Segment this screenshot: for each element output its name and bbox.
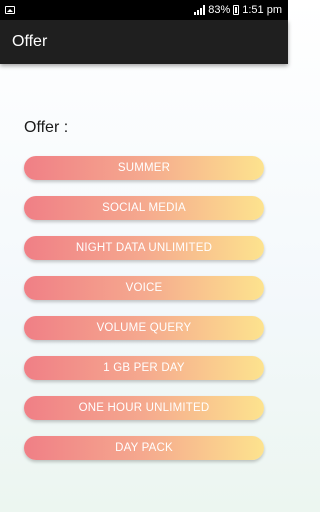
status-bar: 83% 1:51 pm — [0, 0, 288, 20]
app-bar: Offer — [0, 20, 288, 64]
offer-button-night-data-unlimited[interactable]: NIGHT DATA UNLIMITED — [24, 236, 264, 260]
offer-button-one-hour-unlimited[interactable]: ONE HOUR UNLIMITED — [24, 396, 264, 420]
offer-button-day-pack[interactable]: DAY PACK — [24, 436, 264, 460]
battery-icon — [233, 5, 240, 15]
offer-button-social-media[interactable]: SOCIAL MEDIA — [24, 196, 264, 220]
offer-button-volume-query[interactable]: VOLUME QUERY — [24, 316, 264, 340]
offer-section-label: Offer : — [24, 119, 69, 136]
image-notification-icon — [5, 6, 15, 14]
offer-button-voice[interactable]: VOICE — [24, 276, 264, 300]
signal-icon — [194, 5, 206, 15]
battery-percent: 83% — [208, 4, 231, 16]
offer-button-summer[interactable]: SUMMER — [24, 156, 264, 180]
page-title: Offer — [12, 33, 48, 50]
offer-button-1gb-per-day[interactable]: 1 GB PER DAY — [24, 356, 264, 380]
clock: 1:51 pm — [242, 4, 282, 16]
